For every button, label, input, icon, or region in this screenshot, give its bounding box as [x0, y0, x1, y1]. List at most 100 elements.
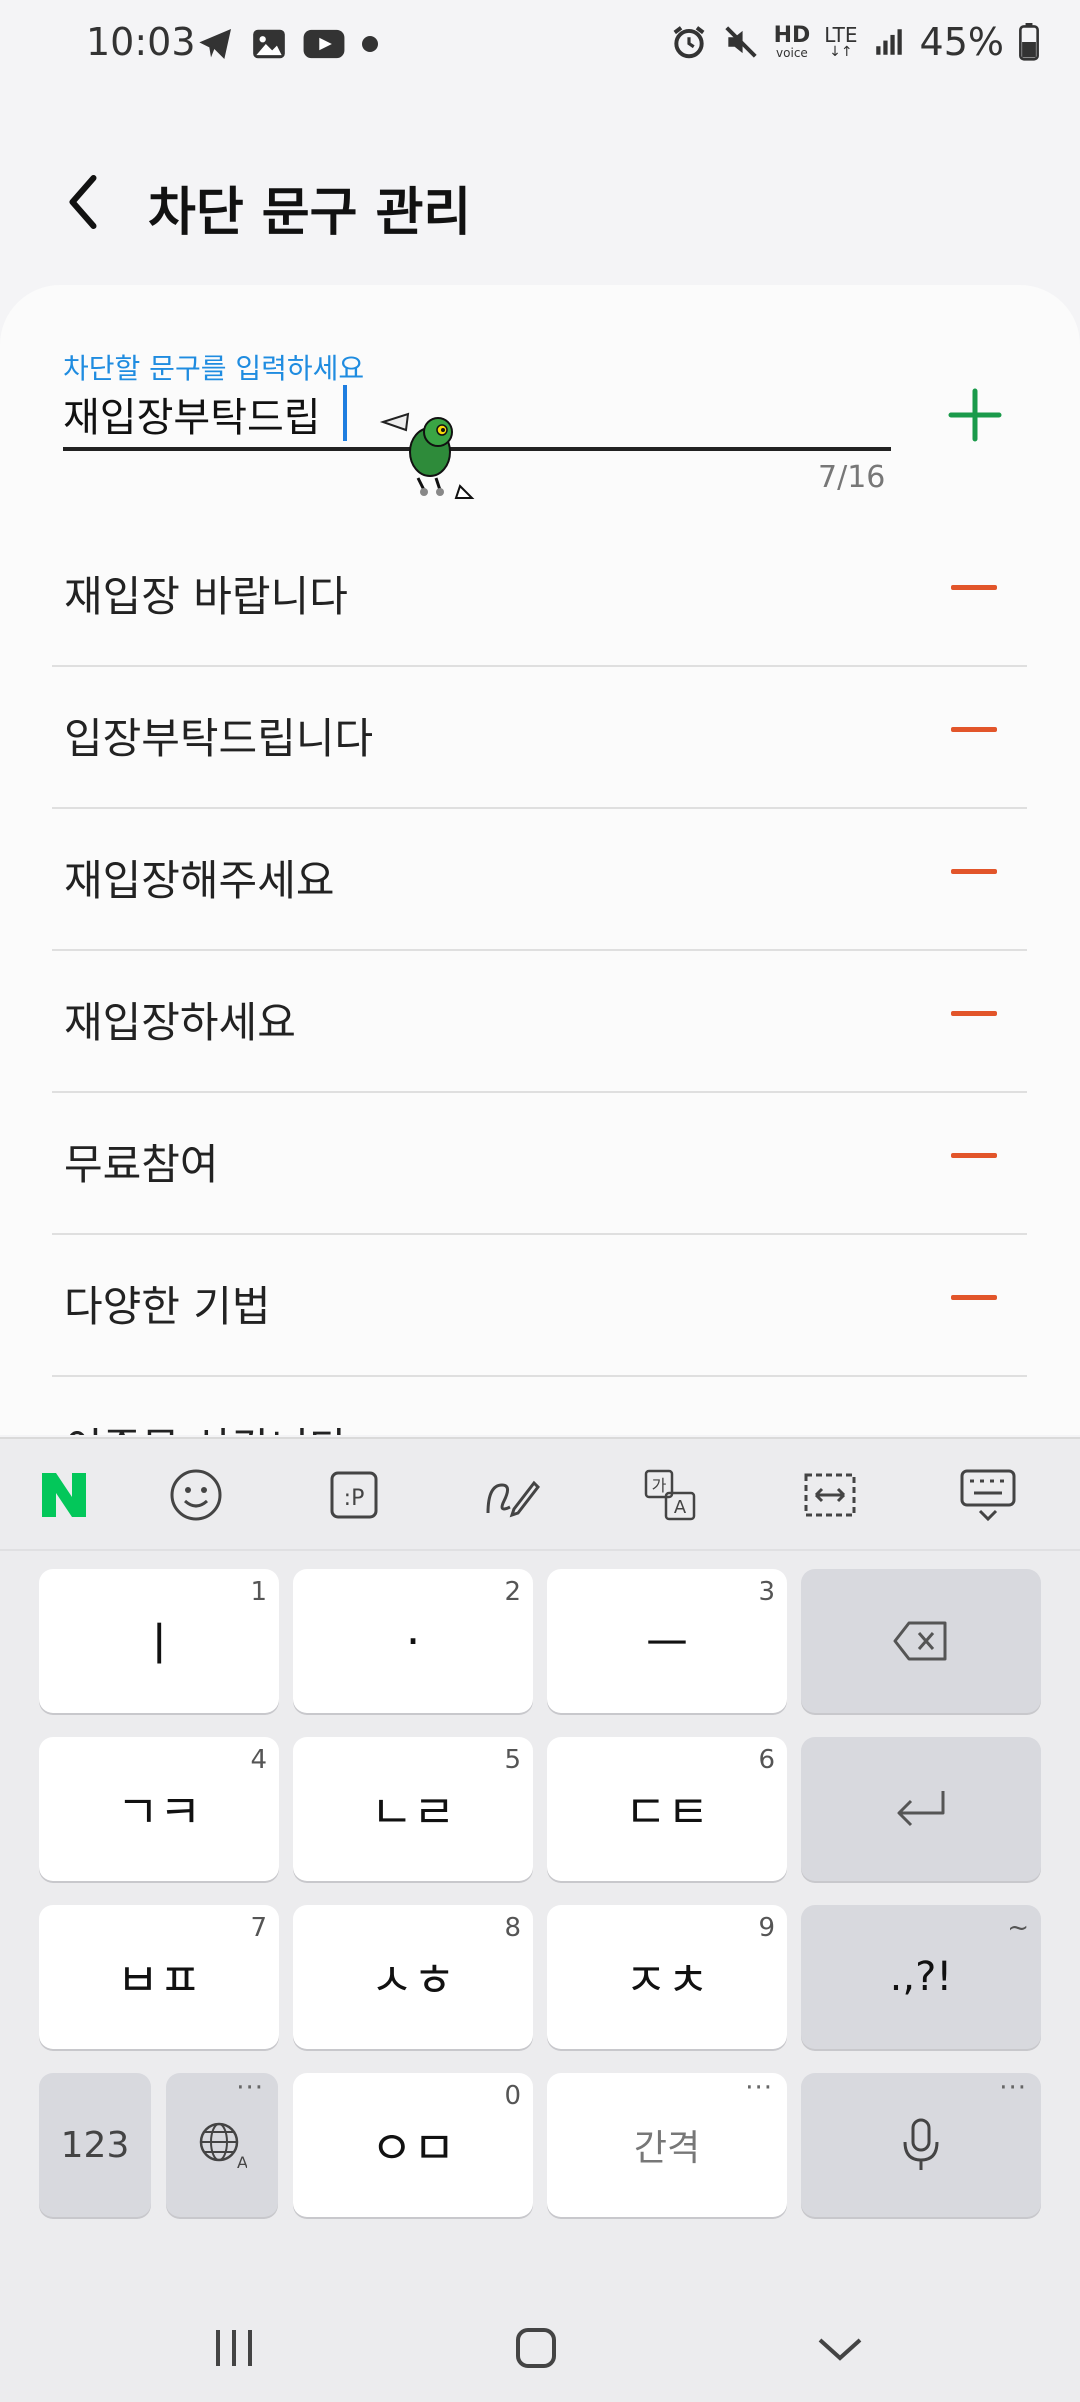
mascot-sticker-icon: [379, 412, 475, 499]
key-label: ㅣ: [137, 1617, 181, 1671]
list-item: 무료참여: [52, 1093, 1027, 1235]
home-icon[interactable]: [506, 2318, 566, 2378]
phrase-label: 다양한 기법: [64, 1282, 271, 1331]
list-item: 재입장 바랍니다: [52, 525, 1027, 667]
remove-phrase-button[interactable]: [951, 869, 997, 874]
key-nieun[interactable]: 5 ㄴㄹ: [293, 1737, 533, 1881]
key-number: 6: [758, 1745, 775, 1775]
list-item: 재입장하세요: [52, 951, 1027, 1093]
enter-icon: [897, 1791, 945, 1827]
text-caret: [343, 385, 347, 441]
hide-keyboard-icon[interactable]: [958, 1465, 1018, 1525]
key-label: ㅈㅊ: [624, 1953, 710, 2007]
remove-phrase-button[interactable]: [951, 1011, 997, 1016]
number-mode-key[interactable]: 123: [39, 2073, 151, 2217]
punctuation-key[interactable]: ~.,?!: [801, 1905, 1041, 2049]
language-key[interactable]: ··· A: [166, 2073, 278, 2217]
key-number: 4: [250, 1745, 267, 1775]
remove-phrase-button[interactable]: [951, 727, 997, 732]
enter-key[interactable]: [801, 1737, 1041, 1881]
key-label: ㄴㄹ: [370, 1785, 456, 1839]
key-dot[interactable]: 2 ·: [293, 1569, 533, 1713]
key-label: ㄱㅋ: [116, 1785, 202, 1839]
lte-icon: LTE ↓↑: [824, 23, 858, 60]
hd-label: HD: [773, 23, 811, 48]
add-phrase-button[interactable]: [945, 385, 1005, 445]
translate-icon[interactable]: 가A: [640, 1465, 700, 1525]
phrase-label: 재입장 바랍니다: [64, 572, 348, 621]
key-digeut[interactable]: 6 ㄷㅌ: [547, 1737, 787, 1881]
naver-n-icon[interactable]: [34, 1465, 94, 1525]
status-bar: 10:03 HD voice LTE ↓↑ 45%: [0, 0, 1080, 90]
handwriting-icon[interactable]: [482, 1465, 542, 1525]
key-label: ㄷㅌ: [624, 1785, 710, 1839]
youtube-icon: [303, 29, 345, 59]
key-jieut[interactable]: 9 ㅈㅊ: [547, 1905, 787, 2049]
key-label: 간격: [633, 2128, 701, 2169]
battery-icon: [1019, 23, 1039, 61]
lte-label: LTE: [824, 23, 858, 47]
list-item: 다양한 기법: [52, 1235, 1027, 1377]
voice-label: voice: [776, 46, 808, 60]
dot-icon: [362, 36, 378, 52]
phrase-label: 재입장하세요: [64, 998, 296, 1047]
keyboard: :P 가A 1ㅣ 2 · 3ㅡ 4 ㄱㅋ 5 ㄴㄹ 6 ㄷㅌ 7 ㅂㅍ 8 ㅅㅎ 9 ㅈㅊ ~…: [0, 1437, 1080, 2402]
remove-phrase-button[interactable]: [951, 585, 997, 590]
emoji-icon[interactable]: [166, 1465, 226, 1525]
key-number: 7: [250, 1913, 267, 1943]
voice-input-key[interactable]: ···: [801, 2073, 1041, 2217]
list-item: 이종목 상갑니다: [52, 1377, 1027, 1435]
phrase-label: 재입장해주세요: [64, 856, 335, 905]
list-item: 입장부탁드립니다: [52, 667, 1027, 809]
svg-text:A: A: [237, 2153, 247, 2170]
key-hint: ~: [1007, 1913, 1029, 1943]
phrase-input[interactable]: 재입장부탁드립: [63, 385, 321, 443]
key-more-dots: ···: [999, 2073, 1027, 2103]
recents-icon[interactable]: [204, 2318, 264, 2378]
content-card: 차단할 문구를 입력하세요 재입장부탁드립 7/16 재입장 바랍니다 입장부탁…: [0, 285, 1080, 1435]
alarm-icon: [673, 26, 705, 59]
key-number: 0: [504, 2081, 521, 2111]
gallery-icon: [253, 29, 285, 59]
hd-voice-icon: HD voice: [773, 23, 811, 60]
remove-phrase-button[interactable]: [951, 1295, 997, 1300]
key-more-dots: ···: [236, 2073, 264, 2103]
back-arrow-icon[interactable]: [58, 172, 108, 232]
key-number: 2: [504, 1577, 521, 1607]
key-label: 123: [60, 2124, 130, 2166]
microphone-icon: [903, 2118, 939, 2170]
backspace-key[interactable]: [801, 1569, 1041, 1713]
key-number: 3: [758, 1577, 775, 1607]
app-header: 차단 문구 관리: [0, 150, 1080, 260]
phrase-label: 이종목 상갑니다: [64, 1415, 348, 1435]
key-bieup[interactable]: 7 ㅂㅍ: [39, 1905, 279, 2049]
char-counter: 7/16: [818, 460, 886, 495]
key-label: ㅂㅍ: [116, 1953, 202, 2007]
key-giyeok[interactable]: 4 ㄱㅋ: [39, 1737, 279, 1881]
text-select-icon[interactable]: [800, 1465, 860, 1525]
key-label: ㅇㅁ: [370, 2121, 456, 2175]
keyboard-toolbar: :P 가A: [0, 1439, 1080, 1551]
back-chevron-icon[interactable]: [810, 2318, 870, 2378]
clipboard-icon[interactable]: :P: [324, 1465, 384, 1525]
list-item: 재입장해주세요: [52, 809, 1027, 951]
telegram-icon: [199, 29, 231, 59]
svg-text::P: :P: [344, 1486, 365, 1511]
key-number: 8: [504, 1913, 521, 1943]
key-label: ㅅㅎ: [370, 1953, 456, 2007]
key-siot[interactable]: 8 ㅅㅎ: [293, 1905, 533, 2049]
key-i[interactable]: 1ㅣ: [39, 1569, 279, 1713]
key-eu[interactable]: 3ㅡ: [547, 1569, 787, 1713]
blocked-phrase-list: 재입장 바랍니다 입장부탁드립니다 재입장해주세요 재입장하세요 무료참여 다양…: [52, 525, 1027, 1435]
key-ieung[interactable]: 0 ㅇㅁ: [293, 2073, 533, 2217]
key-more-dots: ···: [745, 2073, 773, 2103]
key-number: 5: [504, 1745, 521, 1775]
key-number: 1: [250, 1577, 267, 1607]
key-label: ·: [405, 1614, 421, 1668]
phrase-label: 입장부탁드립니다: [64, 714, 374, 763]
remove-phrase-button[interactable]: [951, 1153, 997, 1158]
key-label: ㅡ: [645, 1617, 689, 1671]
globe-icon: A: [199, 2122, 247, 2170]
phrase-label: 무료참여: [64, 1140, 219, 1189]
space-key[interactable]: ··· 간격: [547, 2073, 787, 2217]
